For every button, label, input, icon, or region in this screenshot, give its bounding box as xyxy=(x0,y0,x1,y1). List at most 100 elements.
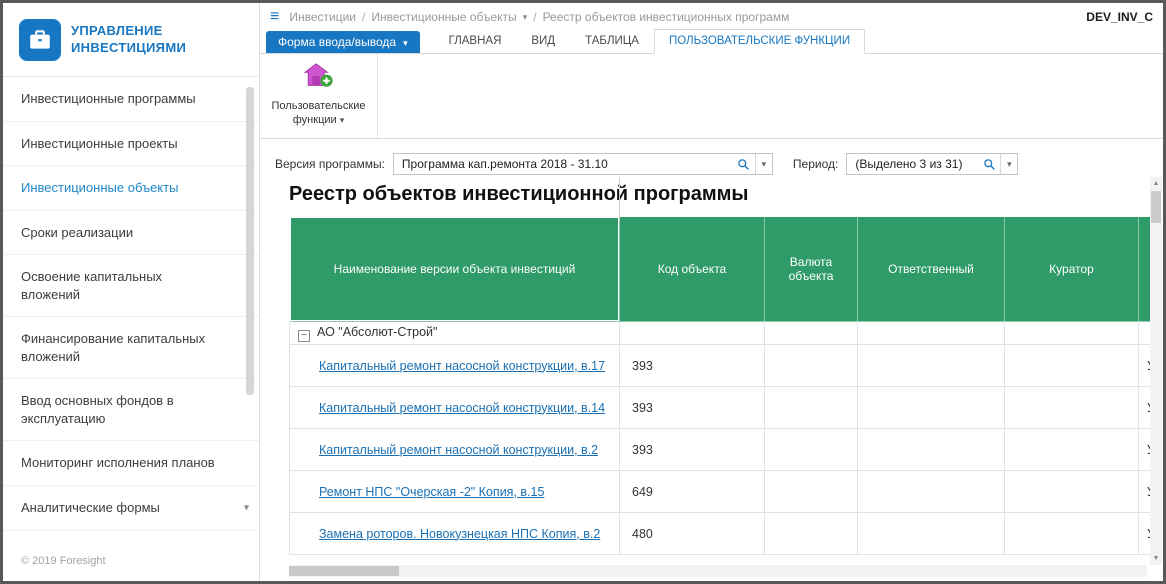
sidebar-item-label: Мониторинг исполнения планов xyxy=(21,455,215,470)
menu-hamburger-icon[interactable] xyxy=(270,9,279,25)
chevron-down-icon xyxy=(244,501,249,515)
code-cell: 393 xyxy=(620,387,765,429)
sidebar-item-fixed-assets-commissioning[interactable]: Ввод основных фондов в эксплуатацию xyxy=(3,379,259,441)
scroll-up-icon[interactable] xyxy=(1150,177,1162,190)
scroll-down-icon[interactable] xyxy=(1150,552,1162,565)
sidebar-item-capex-development[interactable]: Освоение капитальных вложений xyxy=(3,255,259,317)
report-table: Наименование версии объекта инвестиций К… xyxy=(289,216,1150,555)
responsible-cell xyxy=(858,513,1005,555)
column-header-name[interactable]: Наименование версии объекта инвестиций xyxy=(290,217,620,322)
group-label: АО "Абсолют-Строй" xyxy=(317,325,437,339)
curator-cell xyxy=(1005,345,1139,387)
object-link[interactable]: Замена роторов. Новокузнецкая НПС Копия,… xyxy=(319,527,600,541)
sidebar-menu: Инвестиционные программы Инвестиционные … xyxy=(3,77,259,531)
column-header-code[interactable]: Код объекта xyxy=(620,217,765,322)
breadcrumb-separator: / xyxy=(362,10,365,24)
search-icon[interactable] xyxy=(978,158,1000,171)
sidebar-item-investment-programs[interactable]: Инвестиционные программы xyxy=(3,77,259,122)
tab-main[interactable]: ГЛАВНАЯ xyxy=(434,29,517,54)
sidebar-item-investment-objects[interactable]: Инвестиционные объекты xyxy=(3,166,259,211)
table-row: Ремонт НПС "Очерская -2" Копия, в.15 649… xyxy=(290,471,1151,513)
user-functions-button-label: Пользовательские функции xyxy=(260,99,377,128)
chevron-down-icon[interactable] xyxy=(1000,154,1017,174)
app-title: УПРАВЛЕНИЕ ИНВЕСТИЦИЯМИ xyxy=(71,23,186,57)
code-cell: 480 xyxy=(620,513,765,555)
column-header-currency[interactable]: Валюта объекта xyxy=(765,217,858,322)
object-link[interactable]: Капитальный ремонт насосной конструкции,… xyxy=(319,443,598,457)
app-logo: УПРАВЛЕНИЕ ИНВЕСТИЦИЯМИ xyxy=(3,3,259,77)
table-row: Замена роторов. Новокузнецкая НПС Копия,… xyxy=(290,513,1151,555)
version-filter-label: Версия программы: xyxy=(275,157,385,171)
sidebar-item-label: Аналитические формы xyxy=(21,500,160,515)
horizontal-scrollbar-thumb[interactable] xyxy=(289,566,399,576)
sidebar-item-investment-projects[interactable]: Инвестиционные проекты xyxy=(3,122,259,167)
breadcrumb-item-investment-objects[interactable]: Инвестиционные объекты xyxy=(371,10,516,24)
curator-cell xyxy=(1005,471,1139,513)
user-functions-button-text: Пользовательские функции xyxy=(272,100,366,126)
sidebar-item-plan-monitoring[interactable]: Мониторинг исполнения планов xyxy=(3,441,259,486)
page-title: Реестр объектов инвестиционной программы xyxy=(289,183,1163,206)
table-row: Капитальный ремонт насосной конструкции,… xyxy=(290,345,1151,387)
vertical-scrollbar-thumb[interactable] xyxy=(1151,191,1161,223)
chevron-down-icon[interactable] xyxy=(523,12,528,23)
table-row: Капитальный ремонт насосной конструкции,… xyxy=(290,429,1151,471)
clipped-cell: У xyxy=(1139,513,1151,555)
chevron-down-icon xyxy=(403,35,408,49)
currency-cell xyxy=(765,471,858,513)
sidebar-item-capex-financing[interactable]: Финансирование капитальных вложений xyxy=(3,317,259,379)
group-row: АО "Абсолют-Строй" xyxy=(290,322,1151,345)
search-icon[interactable] xyxy=(733,158,755,171)
sidebar-item-label: Финансирование капитальных вложений xyxy=(21,331,205,364)
sidebar-item-implementation-periods[interactable]: Сроки реализации xyxy=(3,211,259,256)
user-functions-button[interactable]: Пользовательские функции xyxy=(260,54,378,138)
sidebar: УПРАВЛЕНИЕ ИНВЕСТИЦИЯМИ Инвестиционные п… xyxy=(3,3,260,581)
curator-cell xyxy=(1005,387,1139,429)
briefcase-logo-icon xyxy=(19,19,61,61)
object-link[interactable]: Ремонт НПС "Очерская -2" Копия, в.15 xyxy=(319,485,544,499)
vertical-scrollbar[interactable] xyxy=(1150,177,1162,565)
breadcrumb-item-registry: Реестр объектов инвестиционных программ xyxy=(543,10,790,24)
version-select[interactable]: Программа кап.ремонта 2018 - 31.10 xyxy=(393,153,773,175)
sidebar-item-label: Ввод основных фондов в эксплуатацию xyxy=(21,393,174,426)
version-select-value: Программа кап.ремонта 2018 - 31.10 xyxy=(394,157,733,171)
ribbon-tabbar: Форма ввода/вывода ГЛАВНАЯ ВИД ТАБЛИЦА П… xyxy=(260,29,1163,54)
column-header-responsible[interactable]: Ответственный xyxy=(858,217,1005,322)
sidebar-item-analytical-forms[interactable]: Аналитические формы xyxy=(3,486,259,531)
horizontal-scrollbar[interactable] xyxy=(289,565,1147,577)
breadcrumb-item-investments[interactable]: Инвестиции xyxy=(289,10,356,24)
object-link[interactable]: Капитальный ремонт насосной конструкции,… xyxy=(319,359,605,373)
clipped-cell: У xyxy=(1139,429,1151,471)
currency-cell xyxy=(765,345,858,387)
chevron-down-icon xyxy=(340,114,345,126)
object-link[interactable]: Капитальный ремонт насосной конструкции,… xyxy=(319,401,605,415)
curator-cell xyxy=(1005,429,1139,471)
tab-view[interactable]: ВИД xyxy=(516,29,570,54)
tab-user-functions[interactable]: ПОЛЬЗОВАТЕЛЬСКИЕ ФУНКЦИИ xyxy=(654,29,865,54)
curator-cell xyxy=(1005,513,1139,555)
period-select[interactable]: (Выделено 3 из 31) xyxy=(846,153,1018,175)
tab-table[interactable]: ТАБЛИЦА xyxy=(570,29,654,54)
current-user-label: DEV_INV_C xyxy=(1086,10,1153,24)
filter-bar: Версия программы: Программа кап.ремонта … xyxy=(275,153,1149,175)
column-header-curator[interactable]: Куратор xyxy=(1005,217,1139,322)
io-form-button[interactable]: Форма ввода/вывода xyxy=(266,31,420,53)
sidebar-item-label: Инвестиционные проекты xyxy=(21,136,178,151)
pane-split-line xyxy=(619,177,620,221)
collapse-group-icon[interactable] xyxy=(298,330,310,342)
currency-cell xyxy=(765,513,858,555)
sidebar-item-label: Инвестиционные объекты xyxy=(21,180,178,195)
responsible-cell xyxy=(858,345,1005,387)
copyright-text: © 2019 Foresight xyxy=(21,555,106,567)
period-select-value: (Выделено 3 из 31) xyxy=(847,157,978,171)
code-cell: 649 xyxy=(620,471,765,513)
currency-cell xyxy=(765,387,858,429)
chevron-down-icon[interactable] xyxy=(755,154,772,174)
report-area: Реестр объектов инвестиционной программы… xyxy=(260,175,1163,581)
column-header-clipped xyxy=(1139,217,1151,322)
sidebar-item-label: Освоение капитальных вложений xyxy=(21,269,162,302)
period-filter-label: Период: xyxy=(793,157,838,171)
main-area: Инвестиции / Инвестиционные объекты / Ре… xyxy=(260,3,1163,581)
ribbon-content: Пользовательские функции xyxy=(260,54,1163,139)
sidebar-scrollbar-thumb[interactable] xyxy=(246,87,254,395)
currency-cell xyxy=(765,429,858,471)
